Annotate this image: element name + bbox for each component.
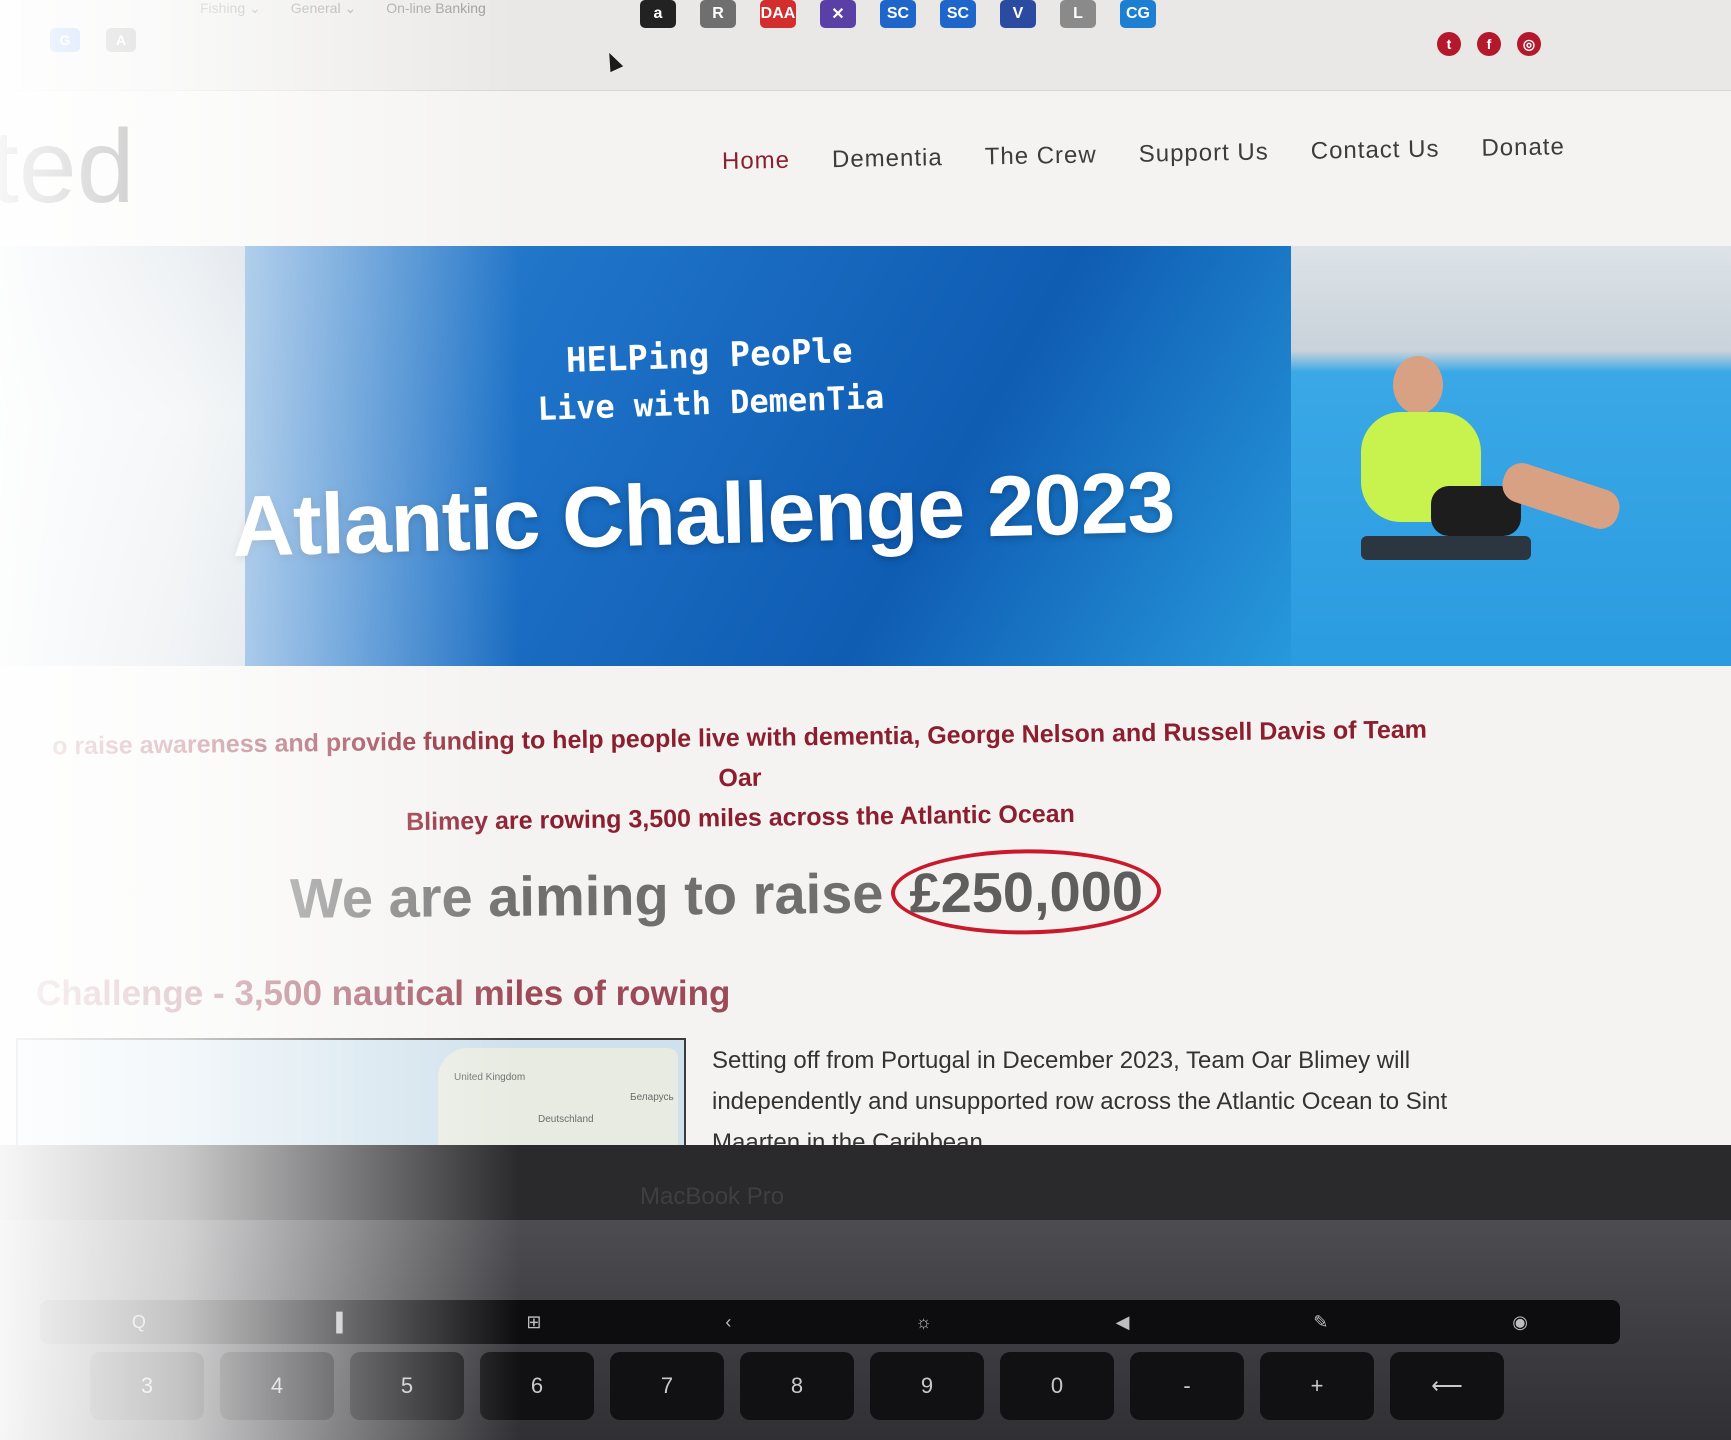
key-6[interactable]: 9 [870, 1352, 984, 1420]
touchbar-control-4[interactable]: ☼ [915, 1312, 932, 1333]
amazon-icon[interactable]: a [640, 0, 676, 28]
fundraising-goal: We are aiming to raise £250,000 [290, 848, 1162, 941]
daa-icon[interactable]: DAA [760, 0, 796, 28]
x-box-icon[interactable]: ✕ [820, 0, 856, 28]
hero-rower-photo [1291, 246, 1731, 666]
instagram-icon[interactable]: ◎ [1517, 32, 1541, 56]
tagline-line-2: Live with DemenTia [536, 377, 885, 429]
browser-screen: Fishing ⌄ General ⌄ On-line Banking a R DA… [0, 0, 1731, 1145]
touchbar-control-5[interactable]: ◀ [1116, 1312, 1130, 1333]
key-0[interactable]: 3 [90, 1352, 204, 1420]
keyboard-row: 3 4 5 6 7 8 9 0- + ⟵ [90, 1352, 1504, 1420]
setting-text: Setting off from Portugal in December 20… [712, 1047, 1448, 1145]
hero-tagline: HELPing PeoPle Live with DemenTia [519, 329, 902, 428]
touchbar-control-0[interactable]: Q [132, 1312, 146, 1333]
nav-the-crew[interactable]: The Crew [984, 141, 1097, 171]
touchbar-control-1[interactable]: ▐ [330, 1312, 343, 1333]
map-label-belarus: Беларусь [630, 1092, 674, 1103]
goal-prefix: We are aiming to raise [289, 861, 884, 930]
touchbar-control-7[interactable]: ◉ [1512, 1312, 1528, 1333]
hero-banner: HELPing PeoPle Live with DemenTia Atlant… [0, 246, 1731, 666]
touch-bar[interactable]: Q ▐ ⊞ ‹ ☼ ◀ ✎ ◉ [40, 1300, 1620, 1344]
key-10[interactable]: ⟵ [1390, 1352, 1504, 1420]
rower-figure [1321, 356, 1625, 596]
twitter-icon[interactable]: t [1437, 32, 1461, 56]
nav-contact-us[interactable]: Contact Us [1311, 135, 1440, 165]
laptop-brand: MacBook Pro [640, 1183, 785, 1210]
facebook-icon[interactable]: f [1477, 32, 1501, 56]
bookmark-folders: Fishing ⌄ General ⌄ On-line Banking [200, 0, 486, 17]
hero-boat-photo [0, 246, 245, 666]
key-2[interactable]: 5 [350, 1352, 464, 1420]
mouse-cursor-icon [602, 49, 624, 73]
touchbar-control-6[interactable]: ✎ [1313, 1312, 1328, 1333]
key-1[interactable]: 4 [220, 1352, 334, 1420]
bookmark-folder-general[interactable]: General ⌄ [291, 0, 356, 17]
key-8[interactable]: - [1130, 1352, 1244, 1420]
bookmark-favicons-bottom: GA [50, 28, 136, 52]
goal-amount: £250,000 [891, 848, 1162, 936]
bookmark-folder-fishing[interactable]: Fishing ⌄ [200, 0, 261, 17]
sc-icon-1[interactable]: SC [880, 0, 916, 28]
route-map[interactable]: United Kingdom Deutschland Беларусь [16, 1038, 686, 1145]
intro-text: o raise awareness and provide funding to… [29, 709, 1450, 846]
sc-icon-2[interactable]: SC [940, 0, 976, 28]
social-links: t f ◎ [1437, 32, 1541, 56]
bookmark-folder-banking[interactable]: On-line Banking [386, 0, 486, 17]
cg-icon[interactable]: CG [1120, 0, 1156, 28]
key-3[interactable]: 6 [480, 1352, 594, 1420]
a-icon[interactable]: A [106, 28, 136, 52]
nav-support-us[interactable]: Support Us [1138, 138, 1269, 168]
key-5[interactable]: 8 [740, 1352, 854, 1420]
touchbar-control-2[interactable]: ⊞ [526, 1312, 541, 1333]
key-9[interactable]: + [1260, 1352, 1374, 1420]
nav-donate[interactable]: Donate [1481, 133, 1565, 162]
key-4[interactable]: 7 [610, 1352, 724, 1420]
bookmark-favicons-top: a R DAA ✕ SC SC V L CG [640, 0, 1156, 28]
map-label-uk: United Kingdom [454, 1072, 526, 1083]
laptop-bezel [0, 1145, 1731, 1220]
r-icon[interactable]: R [700, 0, 736, 28]
challenge-heading: Challenge - 3,500 nautical miles of rowi… [36, 974, 731, 1013]
l-icon[interactable]: L [1060, 0, 1096, 28]
v-icon[interactable]: V [1000, 0, 1036, 28]
main-nav: Home Dementia The Crew Support Us Contac… [722, 133, 1565, 176]
nav-dementia[interactable]: Dementia [832, 144, 943, 174]
key-7[interactable]: 0 [1000, 1352, 1114, 1420]
google-icon[interactable]: G [50, 28, 80, 52]
overlay-heading-fragment: ted [0, 109, 135, 225]
touchbar-control-3[interactable]: ‹ [725, 1312, 731, 1333]
tagline-line-1: HELPing PeoPle [565, 331, 854, 382]
bookmarks-bar: Fishing ⌄ General ⌄ On-line Banking a R DA… [0, 0, 1731, 91]
map-label-germany: Deutschland [538, 1114, 594, 1125]
hero-title: Atlantic Challenge 2023 [230, 454, 1176, 575]
setting-text-container: Setting off from Portugal in December 20… [712, 1040, 1512, 1145]
nav-home[interactable]: Home [722, 147, 791, 176]
